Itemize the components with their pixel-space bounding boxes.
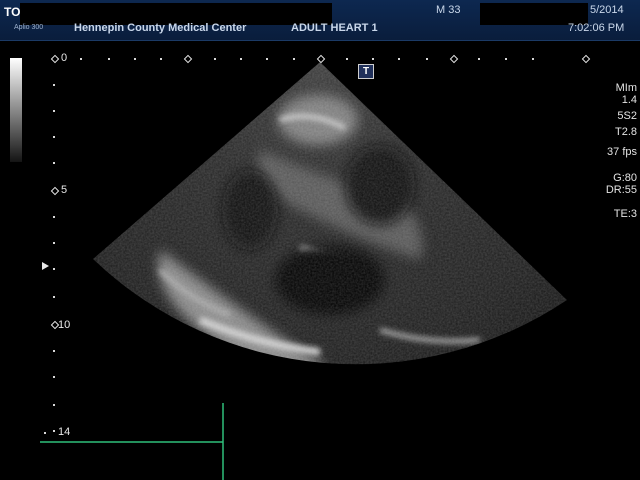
frame-rate: 37 fps [607,146,637,158]
lateral-scale-dot [108,58,110,60]
depth-scale-dot [53,430,55,432]
depth-label-14: 14 [58,426,71,438]
gain-value: G:80 [613,172,637,184]
te-value: TE:3 [613,208,637,220]
depth-scale-dot [53,84,55,86]
lateral-scale-dot [240,58,242,60]
lateral-scale-dot [426,58,428,60]
mi-value: 1.4 [621,94,637,106]
lateral-scale-dot [80,58,82,60]
focus-marker-icon[interactable] [42,262,49,270]
acquisition-parameters: MIm 1.4 5S2 T2.8 37 fps G:80 DR:55 TE:3 [606,82,637,220]
lateral-scale-dot [346,58,348,60]
depth-scale-dot [44,432,46,434]
orientation-marker: T [358,64,374,79]
ultrasound-image [40,62,567,480]
lateral-scale-dot [214,58,216,60]
depth-scale-dot [53,242,55,244]
depth-label-5: 5 [61,184,68,196]
depth-scale-dot [53,110,55,112]
lateral-scale-dot [478,58,480,60]
depth-scale-dot [53,136,55,138]
grayscale-bar [10,58,22,162]
depth-scale-dot [53,216,55,218]
depth-label-10: 10 [58,319,71,331]
lateral-scale-dot [160,58,162,60]
depth-scale-dot [53,376,55,378]
lateral-scale-dot [134,58,136,60]
lateral-scale-dot [398,58,400,60]
depth-scale-dot [53,404,55,406]
dynamic-range-value: DR:55 [605,184,637,196]
probe-name: 5S2 [617,110,637,122]
depth-scale-dot [53,162,55,164]
lateral-scale-dot [372,58,374,60]
depth-scale-dot [53,350,55,352]
lateral-scale-dot [266,58,268,60]
tis-value: T2.8 [614,126,637,138]
sector-field [93,62,567,365]
depth-scale-dot [53,296,55,298]
depth-scale-dot [53,268,55,270]
lateral-scale-dot [505,58,507,60]
lateral-scale-dot [293,58,295,60]
mi-label: MIm [615,82,637,94]
lateral-scale-dot [532,58,534,60]
depth-label-0: 0 [61,52,68,64]
